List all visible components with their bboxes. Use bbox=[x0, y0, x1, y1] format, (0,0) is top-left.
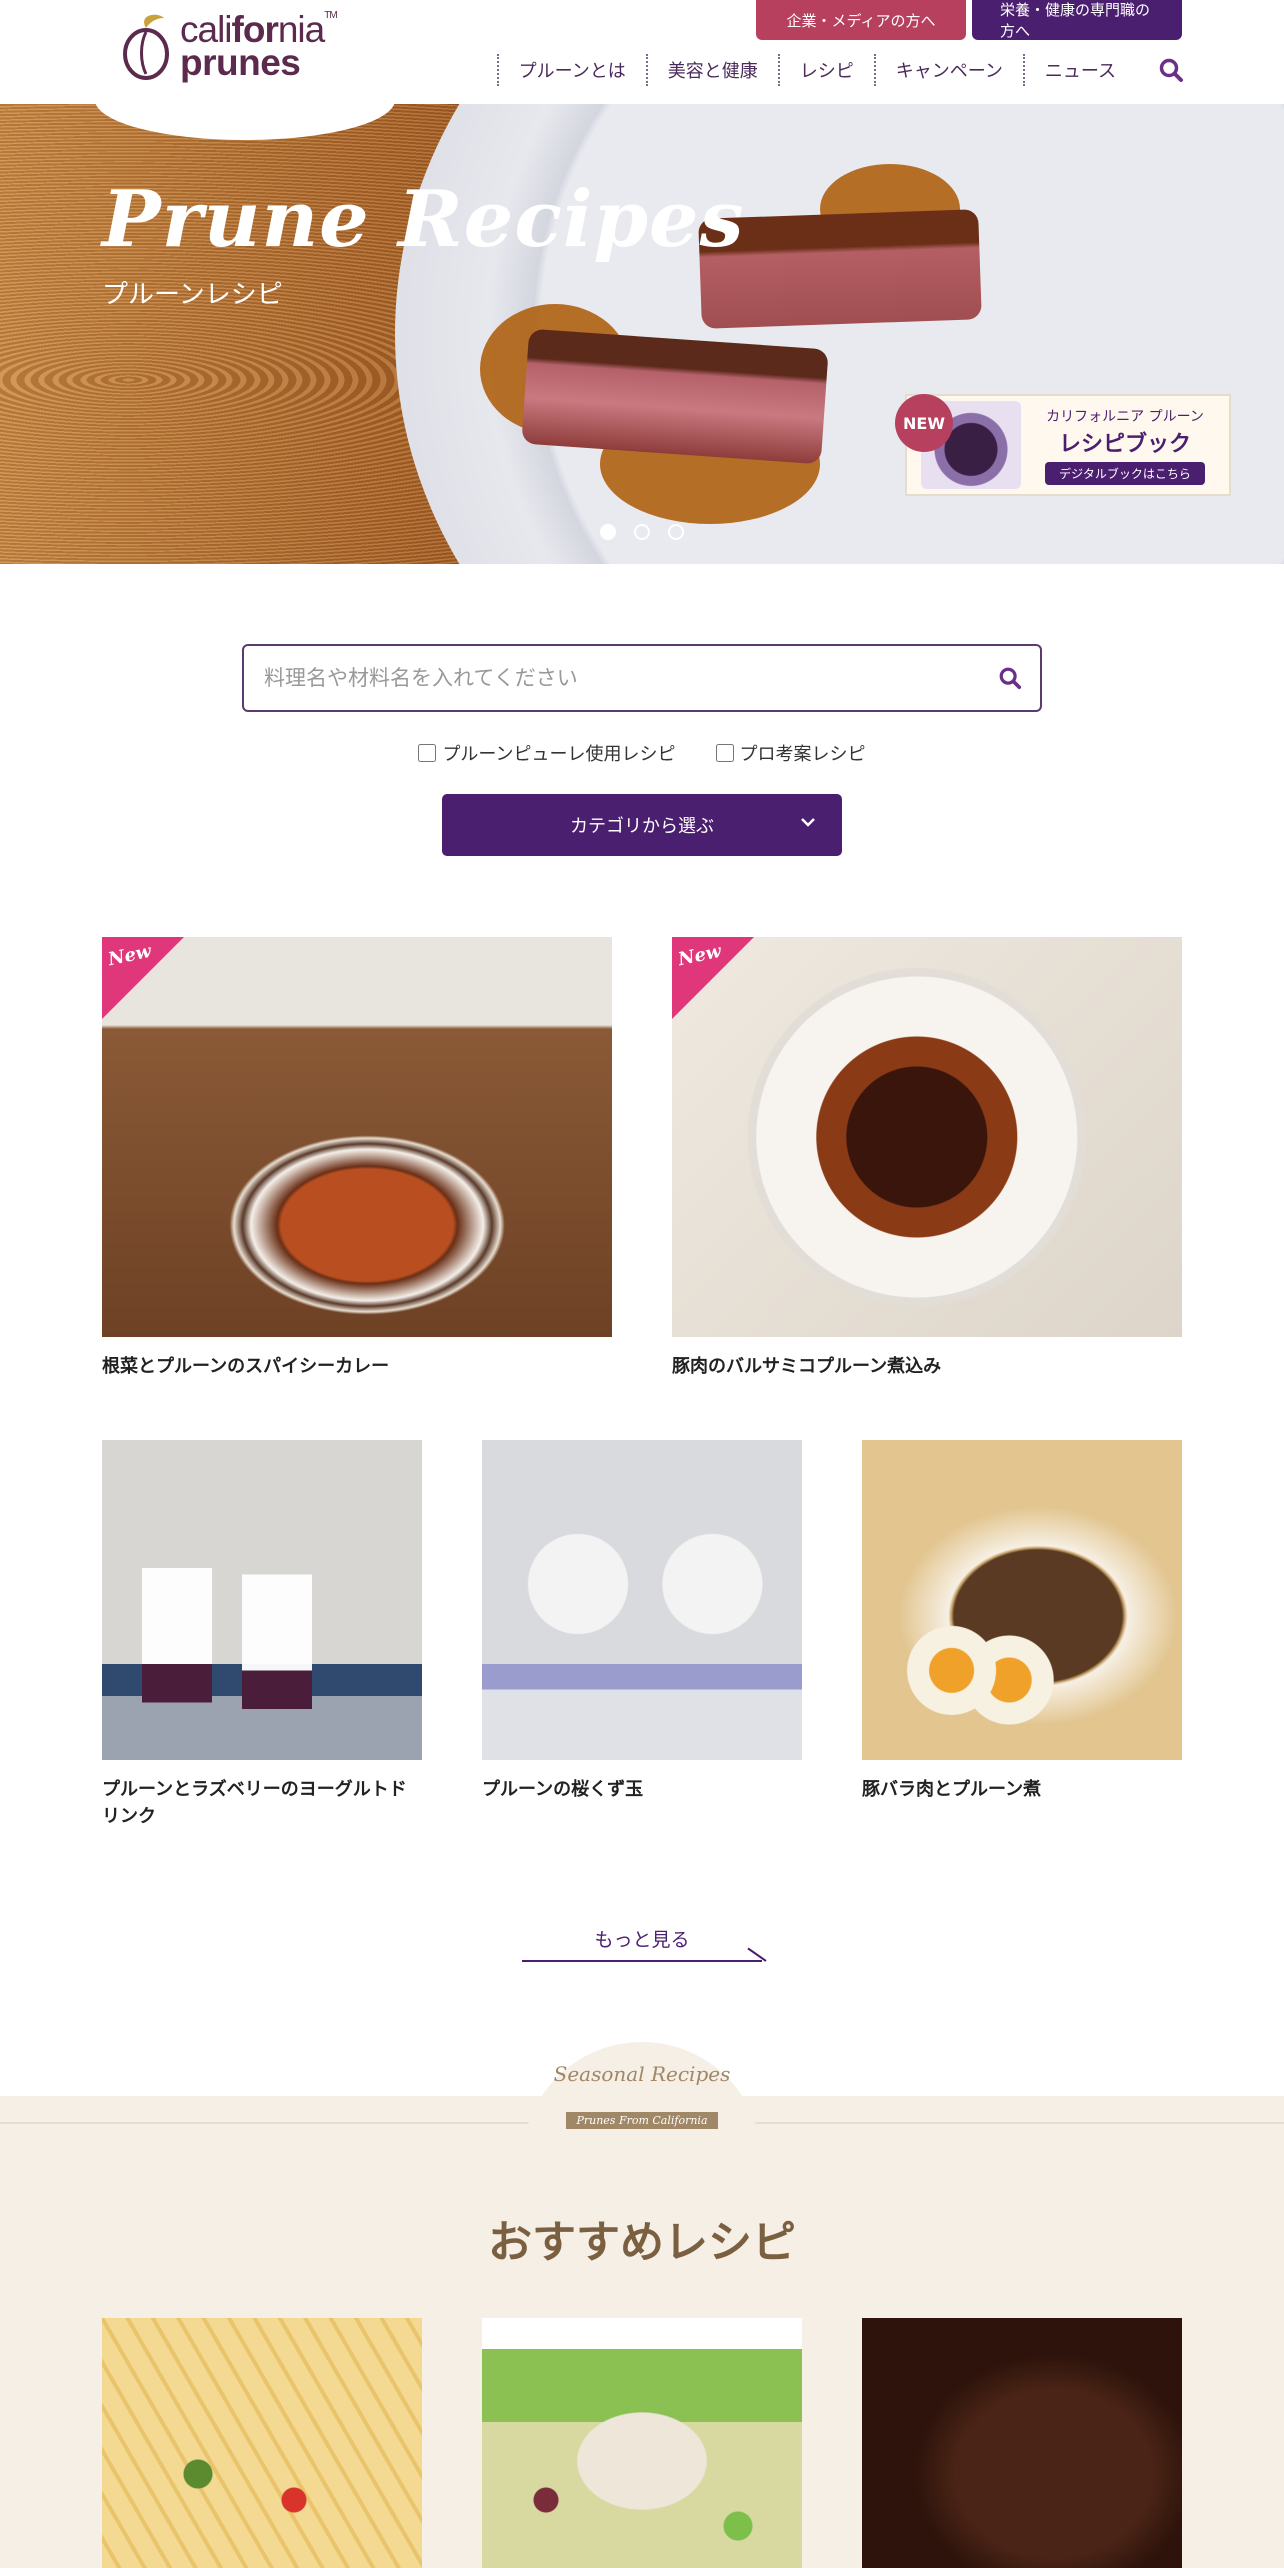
recipe-image bbox=[482, 1440, 802, 1760]
recipe-search bbox=[242, 644, 1042, 712]
professional-button[interactable]: 栄養・健康の専門職の方へ bbox=[972, 0, 1182, 40]
seasonal-badge: Seasonal Recipes Prunes From California bbox=[522, 2042, 762, 2172]
arrow-icon bbox=[747, 1947, 767, 1962]
seasonal-badge-ribbon: Prunes From California bbox=[566, 2112, 718, 2129]
banner-line1: カリフォルニア プルーン bbox=[1046, 408, 1204, 425]
search-icon[interactable] bbox=[980, 648, 1040, 708]
filter-label: プロ考案レシピ bbox=[739, 744, 866, 765]
seasonal-recipe-card[interactable] bbox=[482, 2318, 802, 2568]
filter-pro-recipe[interactable]: プロ考案レシピ bbox=[715, 740, 866, 766]
more-label: もっと見る bbox=[594, 1928, 690, 1951]
audience-buttons: 企業・メディアの方へ 栄養・健康の専門職の方へ bbox=[756, 0, 1182, 40]
recipe-title: 豚肉のバルサミコプルーン煮込み bbox=[672, 1356, 942, 1377]
carousel-dot-1[interactable] bbox=[600, 524, 616, 540]
digital-book-button[interactable]: デジタルブックはこちら bbox=[1045, 461, 1205, 485]
logo-wordmark: californiaTM prunes bbox=[180, 10, 338, 82]
filter-label: プルーンピューレ使用レシピ bbox=[442, 744, 676, 765]
hero-carousel[interactable]: Prune Recipes プルーンレシピ カリフォルニア プルーン レシピブッ… bbox=[0, 104, 1284, 564]
duck-slice-image bbox=[521, 328, 829, 465]
media-button[interactable]: 企業・メディアの方へ bbox=[756, 0, 966, 40]
seasonal-title: おすすめレシピ bbox=[488, 2217, 796, 2268]
checkbox-prune-puree[interactable] bbox=[418, 744, 437, 762]
recipe-image bbox=[482, 2318, 802, 2568]
site-logo[interactable]: californiaTM prunes bbox=[120, 10, 338, 82]
recipe-title: 根菜とプルーンのスパイシーカレー bbox=[102, 1356, 390, 1377]
nav-item-recipes[interactable]: レシピ bbox=[777, 54, 874, 86]
new-badge: NEW bbox=[895, 394, 953, 452]
recipe-image bbox=[862, 1440, 1182, 1760]
seasonal-section: Seasonal Recipes Prunes From California … bbox=[0, 2042, 1284, 2568]
recipe-card[interactable]: プルーンの桜くず玉 bbox=[482, 1440, 802, 1803]
more-recipes-link[interactable]: もっと見る bbox=[522, 1916, 767, 1962]
recipe-search-input[interactable] bbox=[244, 646, 980, 710]
seasonal-recipe-card[interactable] bbox=[102, 2318, 422, 2568]
hero-title: Prune Recipes bbox=[102, 174, 745, 265]
carousel-dot-3[interactable] bbox=[668, 524, 684, 540]
nav-item-news[interactable]: ニュース bbox=[1022, 54, 1136, 86]
logo-backdrop: californiaTM prunes bbox=[95, 0, 395, 140]
recipe-title: プルーンの桜くず玉 bbox=[482, 1779, 644, 1800]
category-button-label: カテゴリから選ぶ bbox=[570, 816, 714, 837]
global-nav: プルーンとは 美容と健康 レシピ キャンペーン ニュース bbox=[496, 54, 1184, 86]
recipe-image: New bbox=[102, 937, 612, 1337]
recipe-image bbox=[102, 1440, 422, 1760]
checkbox-pro-recipe[interactable] bbox=[715, 744, 734, 762]
seasonal-badge-title: Seasonal Recipes bbox=[553, 2062, 731, 2086]
filter-prune-puree[interactable]: プルーンピューレ使用レシピ bbox=[418, 740, 676, 766]
recipe-image bbox=[102, 2318, 422, 2568]
nav-item-campaign[interactable]: キャンペーン bbox=[873, 54, 1023, 86]
category-select-button[interactable]: カテゴリから選ぶ bbox=[442, 794, 842, 856]
recipe-card[interactable]: プルーンとラズベリーのヨーグルトドリンク bbox=[102, 1440, 422, 1830]
logo-trademark: TM bbox=[324, 10, 337, 21]
recipe-book-banner[interactable]: カリフォルニア プルーン レシピブック デジタルブックはこちら bbox=[905, 394, 1231, 496]
carousel-dots bbox=[0, 524, 1284, 540]
carousel-dot-2[interactable] bbox=[634, 524, 650, 540]
recipe-title: 豚バラ肉とプルーン煮 bbox=[862, 1779, 1042, 1800]
chevron-down-icon bbox=[798, 812, 818, 837]
recipe-image: New bbox=[672, 937, 1182, 1337]
recipe-book-info: カリフォルニア プルーン レシピブック デジタルブックはこちら bbox=[1021, 406, 1229, 485]
prune-logo-icon bbox=[120, 10, 172, 82]
search-filters: プルーンピューレ使用レシピ プロ考案レシピ bbox=[0, 740, 1284, 766]
seasonal-recipe-card[interactable] bbox=[862, 2318, 1182, 2568]
nav-item-about-prunes[interactable]: プルーンとは bbox=[496, 54, 646, 86]
recipe-image bbox=[862, 2318, 1182, 2568]
banner-line2: レシピブック bbox=[1058, 430, 1191, 457]
search-icon[interactable] bbox=[1136, 54, 1184, 86]
recipe-card[interactable]: New 豚肉のバルサミコプルーン煮込み bbox=[672, 937, 1182, 1380]
hero-subtitle: プルーンレシピ bbox=[102, 280, 283, 310]
recipe-card[interactable]: New 根菜とプルーンのスパイシーカレー bbox=[102, 937, 612, 1380]
recipe-title: プルーンとラズベリーのヨーグルトドリンク bbox=[102, 1779, 407, 1827]
recipe-card[interactable]: 豚バラ肉とプルーン煮 bbox=[862, 1440, 1182, 1803]
nav-item-beauty-health[interactable]: 美容と健康 bbox=[645, 54, 778, 86]
